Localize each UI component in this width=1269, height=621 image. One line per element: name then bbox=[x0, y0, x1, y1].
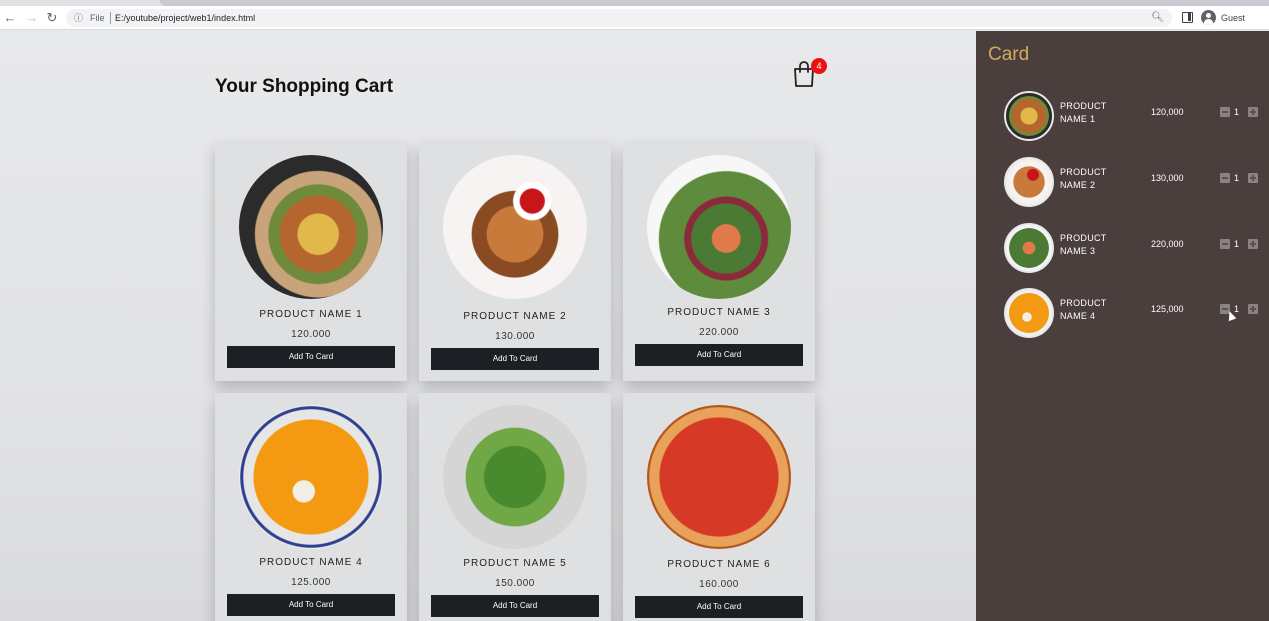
cart-item-name: PRODUCT NAME 3 bbox=[1060, 233, 1107, 256]
product-name: PRODUCT NAME 1 bbox=[259, 309, 363, 320]
decrease-quantity-button[interactable] bbox=[1220, 239, 1230, 249]
sidebar-title: Card bbox=[988, 44, 1030, 65]
forward-arrow-icon[interactable]: → bbox=[24, 10, 40, 26]
product-image-3 bbox=[647, 155, 791, 299]
product-image-4 bbox=[239, 405, 383, 549]
profile-button[interactable]: Guest bbox=[1200, 9, 1260, 27]
add-to-card-button[interactable]: Add To Card bbox=[431, 348, 599, 370]
add-to-card-button[interactable]: Add To Card bbox=[227, 594, 395, 616]
cart-item-thumbnail bbox=[1004, 157, 1054, 207]
cart-item-1: PRODUCT NAME 1 120,000 1 bbox=[976, 89, 1269, 141]
product-image-5 bbox=[443, 405, 587, 549]
product-name: PRODUCT NAME 5 bbox=[463, 558, 567, 569]
cart-item-thumbnail bbox=[1004, 91, 1054, 141]
cart-item-thumbnail bbox=[1004, 288, 1054, 338]
increase-quantity-button[interactable] bbox=[1248, 173, 1258, 183]
product-price: 120.000 bbox=[291, 329, 331, 340]
cart-sidebar: Card PRODUCT NAME 1 120,000 1 PRODUCT NAME… bbox=[976, 31, 1269, 621]
product-image-2 bbox=[443, 155, 587, 299]
decrease-quantity-button[interactable] bbox=[1220, 107, 1230, 117]
address-divider bbox=[110, 12, 111, 24]
back-arrow-icon[interactable]: ← bbox=[2, 10, 18, 26]
product-card-3: PRODUCT NAME 3 220.000 Add To Card bbox=[623, 143, 815, 381]
reload-icon[interactable]: ↻ bbox=[44, 10, 60, 26]
zoom-icon[interactable]: 🔍︎ bbox=[1151, 11, 1164, 25]
increase-quantity-button[interactable] bbox=[1248, 239, 1258, 249]
info-icon[interactable]: ⓘ bbox=[74, 11, 83, 25]
product-name: PRODUCT NAME 3 bbox=[667, 307, 771, 318]
product-image-1 bbox=[239, 155, 383, 299]
product-card-1: PRODUCT NAME 1 120.000 Add To Card bbox=[215, 143, 407, 381]
cart-item-name: PRODUCT NAME 4 bbox=[1060, 298, 1107, 321]
product-price: 220.000 bbox=[699, 327, 739, 338]
add-to-card-button[interactable]: Add To Card bbox=[227, 346, 395, 368]
profile-label: Guest bbox=[1221, 13, 1246, 23]
cart-item-thumbnail bbox=[1004, 223, 1054, 273]
add-to-card-button[interactable]: Add To Card bbox=[431, 595, 599, 617]
cart-count-badge: 4 bbox=[811, 58, 827, 74]
increase-quantity-button[interactable] bbox=[1248, 107, 1258, 117]
product-card-4: PRODUCT NAME 4 125.000 Add To Card bbox=[215, 393, 407, 621]
avatar-icon bbox=[1201, 10, 1216, 25]
browser-toolbar: ← → ↻ ⓘ File E:/youtube/project/web1/ind… bbox=[0, 6, 1269, 30]
product-card-6: PRODUCT NAME 6 160.000 Add To Card bbox=[623, 393, 815, 621]
product-card-5: PRODUCT NAME 5 150.000 Add To Card bbox=[419, 393, 611, 621]
add-to-card-button[interactable]: Add To Card bbox=[635, 344, 803, 366]
url-text[interactable]: E:/youtube/project/web1/index.html bbox=[115, 11, 255, 25]
cart-item-price: 130,000 bbox=[1151, 173, 1184, 183]
side-panel-icon[interactable] bbox=[1182, 12, 1193, 23]
address-bar[interactable]: ⓘ File E:/youtube/project/web1/index.htm… bbox=[66, 9, 1172, 27]
cart-item-price: 120,000 bbox=[1151, 107, 1184, 117]
product-price: 160.000 bbox=[699, 579, 739, 590]
product-price: 130.000 bbox=[495, 331, 535, 342]
cart-item-2: PRODUCT NAME 2 130,000 1 bbox=[976, 155, 1269, 207]
increase-quantity-button[interactable] bbox=[1248, 304, 1258, 314]
cart-item-price: 220,000 bbox=[1151, 239, 1184, 249]
product-card-2: PRODUCT NAME 2 130.000 Add To Card bbox=[419, 143, 611, 381]
product-price: 125.000 bbox=[291, 577, 331, 588]
product-name: PRODUCT NAME 4 bbox=[259, 557, 363, 568]
file-label: File bbox=[90, 13, 105, 23]
cart-item-name: PRODUCT NAME 1 bbox=[1060, 101, 1107, 124]
product-name: PRODUCT NAME 2 bbox=[463, 311, 567, 322]
main-page: Your Shopping Cart 4 PRODUCT NAME 1 120.… bbox=[0, 31, 976, 621]
cart-item-quantity: 1 bbox=[1234, 173, 1240, 183]
cart-item-3: PRODUCT NAME 3 220,000 1 bbox=[976, 221, 1269, 273]
cart-item-name: PRODUCT NAME 2 bbox=[1060, 167, 1107, 190]
add-to-card-button[interactable]: Add To Card bbox=[635, 596, 803, 618]
product-image-6 bbox=[647, 405, 791, 549]
product-name: PRODUCT NAME 6 bbox=[667, 559, 771, 570]
cart-item-quantity: 1 bbox=[1234, 107, 1240, 117]
cart-item-price: 125,000 bbox=[1151, 304, 1184, 314]
page-title: Your Shopping Cart bbox=[215, 76, 394, 97]
product-price: 150.000 bbox=[495, 578, 535, 589]
cart-item-quantity: 1 bbox=[1234, 304, 1240, 314]
cart-item-quantity: 1 bbox=[1234, 239, 1240, 249]
decrease-quantity-button[interactable] bbox=[1220, 173, 1230, 183]
